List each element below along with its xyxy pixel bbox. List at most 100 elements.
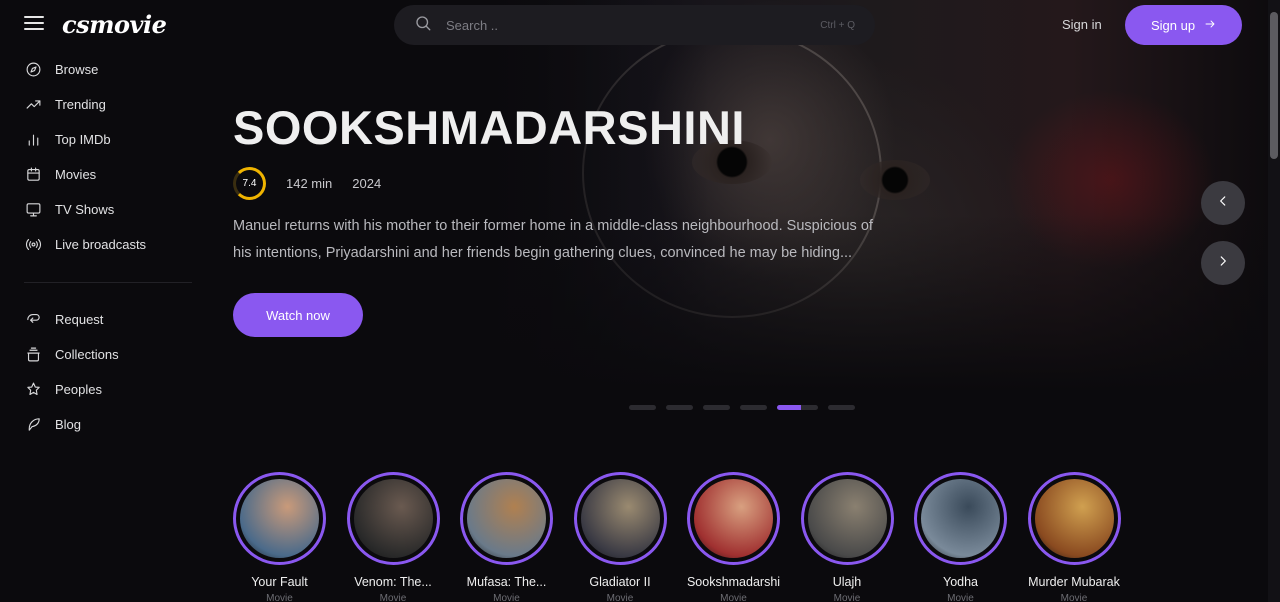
carousel-dot[interactable] — [666, 405, 693, 410]
sidebar-item-label: Top IMDb — [55, 132, 111, 147]
sidebar-item-browse[interactable]: Browse — [24, 52, 194, 87]
secondary-nav: Request Collections Peoples Blog — [24, 302, 194, 442]
featured-title: Yodha — [943, 575, 978, 589]
featured-type: Movie — [493, 593, 520, 602]
search-bar[interactable]: Ctrl + Q — [394, 5, 875, 45]
primary-nav: Browse Trending Top IMDb Movies TV Shows… — [24, 52, 194, 262]
poster-image — [240, 479, 319, 558]
hero-title: SOOKSHMADARSHINI — [233, 101, 745, 154]
sidebar-item-label: TV Shows — [55, 202, 115, 217]
poster-image — [921, 479, 1000, 558]
featured-title: Your Fault — [251, 575, 308, 589]
sidebar-item-trending[interactable]: Trending — [24, 87, 194, 122]
sidebar-item-label: Live broadcasts — [55, 237, 147, 252]
hero-backdrop-image — [470, 0, 1270, 390]
carousel-dot[interactable] — [740, 405, 767, 410]
featured-type: Movie — [1060, 593, 1088, 602]
poster-image — [580, 479, 660, 558]
feather-icon — [24, 416, 42, 434]
collections-icon — [24, 346, 42, 364]
carousel-dot[interactable] — [777, 405, 818, 410]
carousel-pagination — [629, 405, 855, 410]
poster-image — [1034, 479, 1114, 558]
scrollbar-thumb[interactable] — [1270, 12, 1278, 159]
backdrop-eye — [860, 160, 930, 200]
chevron-right-icon — [1216, 254, 1230, 273]
hero-description: Manuel returns with his mother to their … — [233, 218, 873, 261]
poster-image — [694, 479, 773, 558]
featured-item[interactable]: Gladiator II Movie — [573, 472, 667, 602]
arrow-right-icon — [1204, 18, 1216, 33]
sidebar-item-label: Collections — [55, 347, 119, 362]
featured-item[interactable]: Murder Mubarak Movie — [1027, 472, 1121, 602]
sidebar-item-movies[interactable]: Movies — [24, 157, 194, 192]
featured-type: Movie — [833, 593, 861, 602]
carousel-dot[interactable] — [629, 405, 656, 410]
poster-image — [353, 479, 433, 558]
featured-title: Venom: The... — [354, 575, 432, 589]
poster-ring — [460, 472, 553, 565]
sidebar: csmovie Browse Trending Top IMDb Movies … — [0, 0, 200, 602]
sidebar-item-label: Peoples — [55, 382, 102, 397]
featured-item[interactable]: Sookshmadarshi Movie — [687, 472, 780, 602]
sidebar-item-request[interactable]: Request — [24, 302, 194, 337]
featured-row: Your Fault Movie Venom: The... Movie Mufasa:… — [233, 472, 1141, 602]
watch-now-button[interactable]: Watch now — [233, 293, 363, 337]
featured-item[interactable]: Yodha Movie — [914, 472, 1007, 602]
poster-ring — [1027, 472, 1121, 565]
featured-item[interactable]: Ulajh Movie — [800, 472, 894, 602]
sidebar-item-label: Request — [55, 312, 104, 327]
request-icon — [24, 311, 42, 329]
calendar-film-icon — [24, 166, 42, 184]
search-input[interactable] — [446, 17, 821, 33]
site-logo[interactable]: csmovie — [62, 10, 167, 39]
featured-title: Mufasa: The... — [466, 575, 547, 589]
poster-ring — [687, 472, 780, 565]
featured-title: Ulajh — [832, 575, 862, 589]
featured-type: Movie — [720, 593, 747, 602]
carousel-dot[interactable] — [703, 405, 730, 410]
carousel-prev-button[interactable] — [1201, 181, 1245, 225]
featured-item[interactable]: Mufasa: The... Movie — [460, 472, 553, 602]
search-shortcut-hint: Ctrl + Q — [820, 19, 855, 31]
sidebar-item-label: Trending — [55, 97, 106, 112]
featured-title: Sookshmadarshi — [686, 575, 781, 589]
poster-ring — [573, 472, 667, 565]
carousel-dot[interactable] — [828, 405, 855, 410]
poster-image — [467, 479, 546, 558]
carousel-next-button[interactable] — [1201, 241, 1245, 285]
hamburger-menu-icon[interactable] — [24, 16, 44, 32]
sidebar-divider — [24, 282, 192, 283]
bar-chart-icon — [24, 131, 42, 149]
signin-link[interactable]: Sign in — [1062, 17, 1102, 32]
signup-button[interactable]: Sign up — [1125, 5, 1242, 45]
page-scrollbar[interactable] — [1268, 0, 1280, 602]
signup-label: Sign up — [1150, 17, 1196, 33]
poster-ring — [914, 472, 1007, 565]
sidebar-item-top-imdb[interactable]: Top IMDb — [24, 122, 194, 157]
sidebar-item-label: Movies — [55, 167, 97, 182]
trending-icon — [24, 96, 42, 114]
sidebar-item-tv-shows[interactable]: TV Shows — [24, 192, 194, 227]
featured-title: Murder Mubarak — [1028, 575, 1120, 589]
sidebar-item-blog[interactable]: Blog — [24, 407, 194, 442]
sidebar-item-collections[interactable]: Collections — [24, 337, 194, 372]
sidebar-item-peoples[interactable]: Peoples — [24, 372, 194, 407]
release-year: 2024 — [352, 176, 382, 191]
chevron-left-icon — [1216, 194, 1230, 213]
poster-ring — [346, 472, 440, 565]
sidebar-item-label: Browse — [55, 62, 99, 77]
sidebar-item-label: Blog — [55, 417, 82, 432]
featured-item[interactable]: Your Fault Movie — [233, 472, 326, 602]
poster-ring — [800, 472, 894, 565]
search-icon — [414, 14, 432, 37]
featured-item[interactable]: Venom: The... Movie — [346, 472, 440, 602]
magnifier-shape — [582, 28, 882, 318]
compass-icon — [24, 61, 42, 79]
tv-icon — [24, 201, 42, 219]
featured-type: Movie — [947, 593, 974, 602]
sidebar-item-live-broadcasts[interactable]: Live broadcasts — [24, 227, 194, 262]
hero-meta: 7.4 142 min 2024 — [233, 167, 381, 200]
featured-title: Gladiator II — [589, 575, 651, 589]
runtime: 142 min — [286, 176, 333, 191]
